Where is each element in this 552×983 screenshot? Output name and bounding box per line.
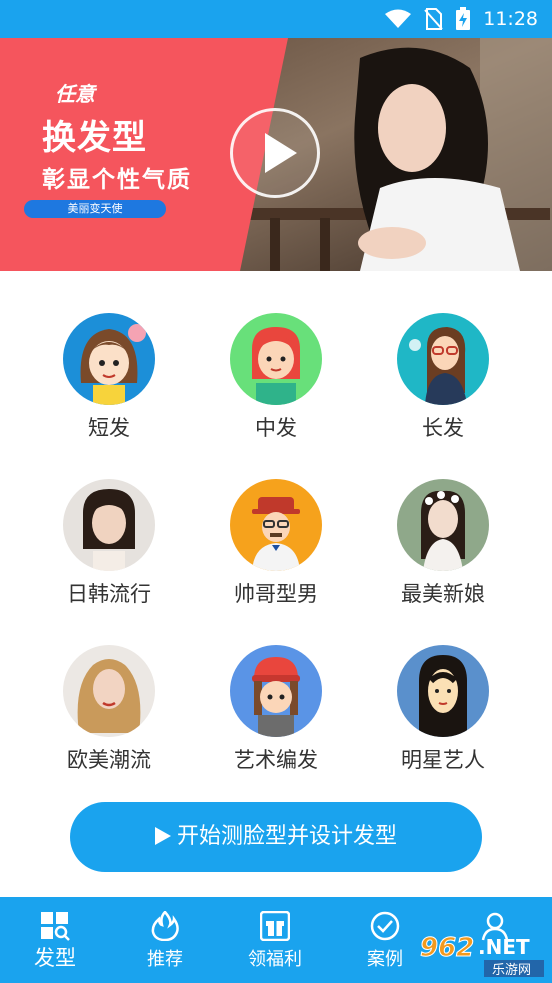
watermark-logo: 962 .NET 乐游网 [420, 933, 544, 978]
cartoon-woman-long-hair-avatar [397, 313, 489, 405]
category-label: 欧美潮流 [67, 748, 151, 772]
category-label: 明星艺人 [401, 748, 485, 772]
asian-bob-hairstyle-photo [63, 479, 155, 571]
check-circle-icon [370, 911, 400, 941]
cartoon-celebrity-woman-avatar [397, 645, 489, 737]
start-face-shape-test-button[interactable]: 开始测脸型并设计发型 [70, 802, 482, 872]
category-handsome-men[interactable]: 帅哥型男 [192, 476, 360, 616]
flame-icon [151, 911, 179, 941]
category-label: 最美新娘 [401, 582, 485, 606]
category-label: 帅哥型男 [234, 582, 318, 606]
play-triangle-icon [154, 827, 171, 845]
category-long-hair[interactable]: 长发 [359, 310, 527, 450]
play-icon [265, 133, 297, 173]
wifi-icon [385, 9, 412, 28]
western-curly-blonde-photo [63, 645, 155, 737]
category-label: 艺术编发 [234, 748, 318, 772]
clock: 11:28 [483, 8, 538, 30]
cartoon-girl-medium-hair-avatar [230, 313, 322, 405]
svg-text:乐游网: 乐游网 [492, 963, 531, 978]
svg-text:962: 962 [420, 933, 474, 963]
status-bar: 11:28 [0, 0, 552, 38]
category-medium-hair[interactable]: 中发 [192, 310, 360, 450]
banner-headline: 换发型 [42, 118, 147, 158]
grid-search-icon [41, 912, 70, 941]
category-label: 中发 [255, 416, 297, 440]
category-western-trend[interactable]: 欧美潮流 [25, 642, 193, 782]
cartoon-man-with-hat-avatar [230, 479, 322, 571]
svg-text:.NET: .NET [478, 935, 530, 959]
category-art-braids[interactable]: 艺术编发 [192, 642, 360, 782]
promo-banner[interactable]: 任意 换发型 彰显个性气质 美丽变天使 [0, 38, 552, 271]
category-label: 长发 [422, 416, 464, 440]
cartoon-girl-red-beanie-avatar [230, 645, 322, 737]
nav-item-recommend[interactable]: 推荐 [110, 897, 220, 983]
category-label: 短发 [88, 416, 130, 440]
category-bride[interactable]: 最美新娘 [359, 476, 527, 616]
nav-label: 领福利 [248, 949, 302, 970]
banner-tag: 美丽变天使 [24, 200, 166, 218]
banner-kicker: 任意 [55, 82, 95, 106]
play-button[interactable] [230, 108, 320, 198]
nav-label: 推荐 [147, 949, 183, 970]
category-japan-korea-trend[interactable]: 日韩流行 [25, 476, 193, 616]
start-button-label: 开始测脸型并设计发型 [176, 824, 397, 849]
nav-item-hairstyle[interactable]: 发型 [0, 897, 110, 983]
cartoon-girl-short-hair-avatar [63, 313, 155, 405]
category-celebrity[interactable]: 明星艺人 [359, 642, 527, 782]
bride-hairstyle-photo [397, 479, 489, 571]
nav-item-benefits[interactable]: 领福利 [220, 897, 330, 983]
category-label: 日韩流行 [67, 582, 151, 606]
no-sim-icon [424, 8, 443, 30]
nav-label: 发型 [34, 946, 76, 970]
gift-icon [260, 911, 290, 941]
category-short-hair[interactable]: 短发 [25, 310, 193, 450]
battery-charging-icon [456, 7, 471, 30]
banner-subheadline: 彰显个性气质 [42, 167, 192, 193]
